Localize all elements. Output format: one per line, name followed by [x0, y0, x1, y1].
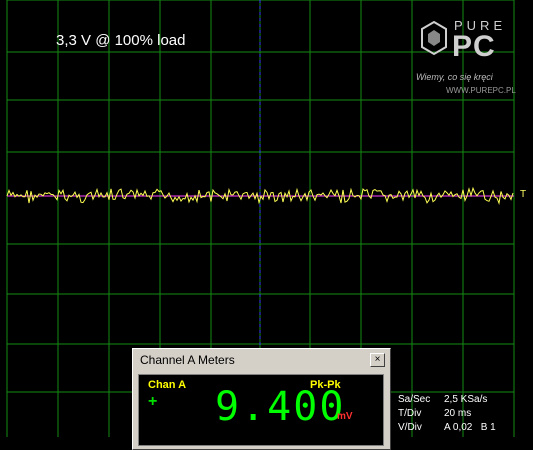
setting-value: A 0,02 B 1 — [444, 422, 496, 433]
window-title: Channel A Meters — [140, 353, 235, 367]
settings-row: Sa/Sec 2,5 KSa/s — [398, 393, 496, 407]
acquisition-settings: Sa/Sec 2,5 KSa/s T/Div 20 ms V/Div A 0,02 B… — [398, 393, 496, 435]
sign-indicator: + — [148, 393, 158, 410]
meter-unit: mV — [337, 411, 353, 422]
setting-value: 2,5 KSa/s — [444, 394, 488, 405]
settings-row: V/Div A 0,02 B 1 — [398, 421, 496, 435]
logo-brand-big: PC — [452, 30, 496, 63]
setting-value: 20 ms — [444, 408, 472, 419]
logo-url: WWW.PUREPC.PL — [446, 86, 516, 95]
channel-a-meters-window[interactable]: Channel A Meters × Chan A Pk-Pk + 9.400 … — [132, 348, 391, 450]
cube-logo-icon — [421, 20, 447, 56]
scope-caption: 3,3 V @ 100% load — [56, 32, 186, 49]
setting-key: V/Div — [398, 422, 422, 433]
close-button[interactable]: × — [370, 353, 385, 367]
setting-key: T/Div — [398, 408, 422, 419]
meter-value: 9.400 — [215, 384, 346, 430]
trigger-marker[interactable]: T — [520, 189, 526, 200]
channel-label: Chan A — [148, 379, 187, 391]
meter-panel: Chan A Pk-Pk + 9.400 mV — [138, 374, 384, 446]
purepc-logo: PURE PC Wiemy, co się kręci WWW.PUREPC.P… — [410, 14, 530, 95]
settings-row: T/Div 20 ms — [398, 407, 496, 421]
setting-key: Sa/Sec — [398, 394, 431, 405]
logo-slogan: Wiemy, co się kręci — [416, 72, 493, 82]
